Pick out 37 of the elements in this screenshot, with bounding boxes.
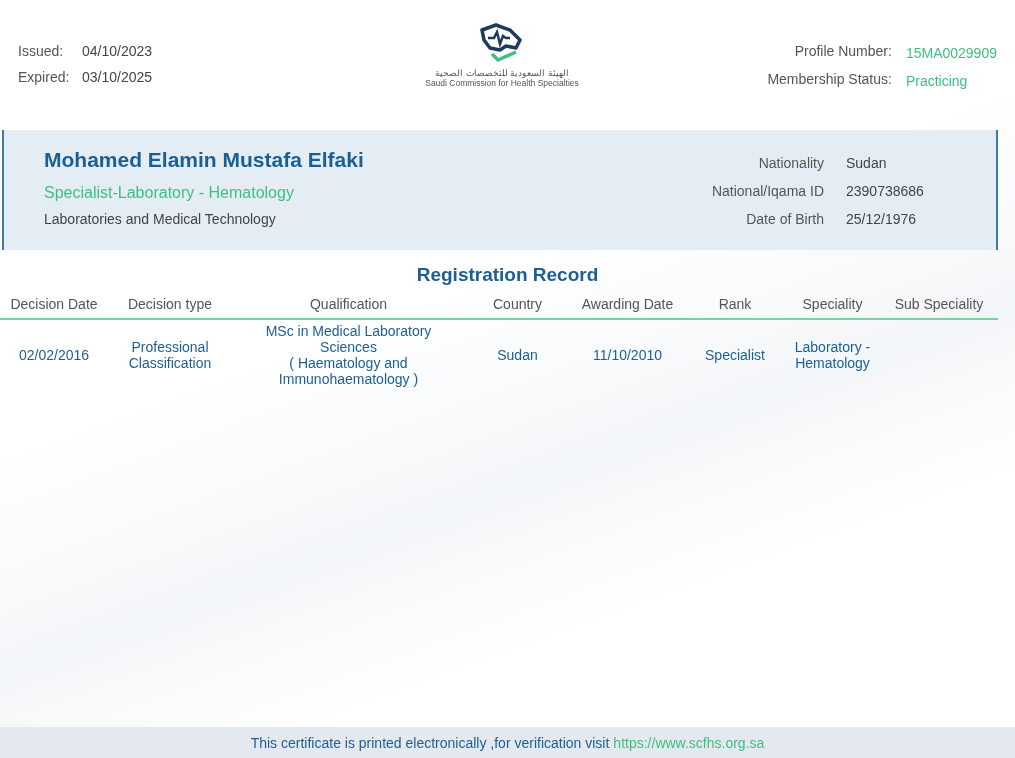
organization-name: Saudi Commission for Health Specialties — [425, 78, 579, 88]
field-label: Date of Birth — [745, 211, 824, 227]
table-cell: 11/10/2010 — [570, 319, 685, 391]
table-cell: Specialist — [685, 319, 785, 391]
specialty-title: Specialist-Laboratory - Hematology — [44, 184, 295, 202]
verification-link[interactable]: https://www.scfhs.org.sa — [613, 734, 765, 751]
field-value: 15MA0029909 — [905, 45, 997, 61]
column-header: Sub Speciality — [880, 296, 998, 319]
field-label: Issued: — [18, 43, 65, 59]
table-cell: 02/02/2016 — [0, 319, 108, 391]
footer-text: This certificate is printed electronically ,for verification visit — [250, 734, 610, 751]
field-value: 2390738686 — [846, 183, 925, 199]
field-label: Nationality — [757, 155, 824, 171]
column-header: Awarding Date — [570, 296, 685, 319]
field-label: Profile Number: — [793, 43, 892, 61]
column-header: Decision type — [108, 296, 232, 319]
table-cell: Professional Classification — [108, 319, 232, 391]
field-label: National/Iqama ID — [711, 183, 824, 199]
person-name: Mohamed Elamin Mustafa Elfaki — [44, 148, 364, 172]
column-header: Decision Date — [0, 296, 108, 319]
field-value: 04/10/2023 — [82, 43, 153, 59]
department: Laboratories and Medical Technology — [44, 211, 277, 227]
column-header: Speciality — [785, 296, 880, 319]
field-value: 25/12/1976 — [846, 211, 918, 227]
field-label: Expired: — [18, 69, 68, 85]
organization-name-arabic: الهيئة السعودية للتخصصات الصحية — [435, 68, 569, 78]
field-value: 03/10/2025 — [82, 69, 153, 85]
column-header: Country — [465, 296, 570, 319]
field-value: Practicing — [905, 73, 969, 89]
column-header: Qualification — [232, 296, 465, 319]
section-title: Registration Record — [416, 264, 599, 286]
field-label: Membership Status: — [766, 71, 892, 89]
table-cell: MSc in Medical Laboratory Sciences ( Haematology and Immunohaematology ) — [232, 319, 465, 391]
field-value: Sudan — [846, 155, 888, 171]
table-cell: Sudan — [465, 319, 570, 391]
column-header: Rank — [685, 296, 785, 319]
table-cell: Laboratory - Hematology — [785, 319, 880, 391]
